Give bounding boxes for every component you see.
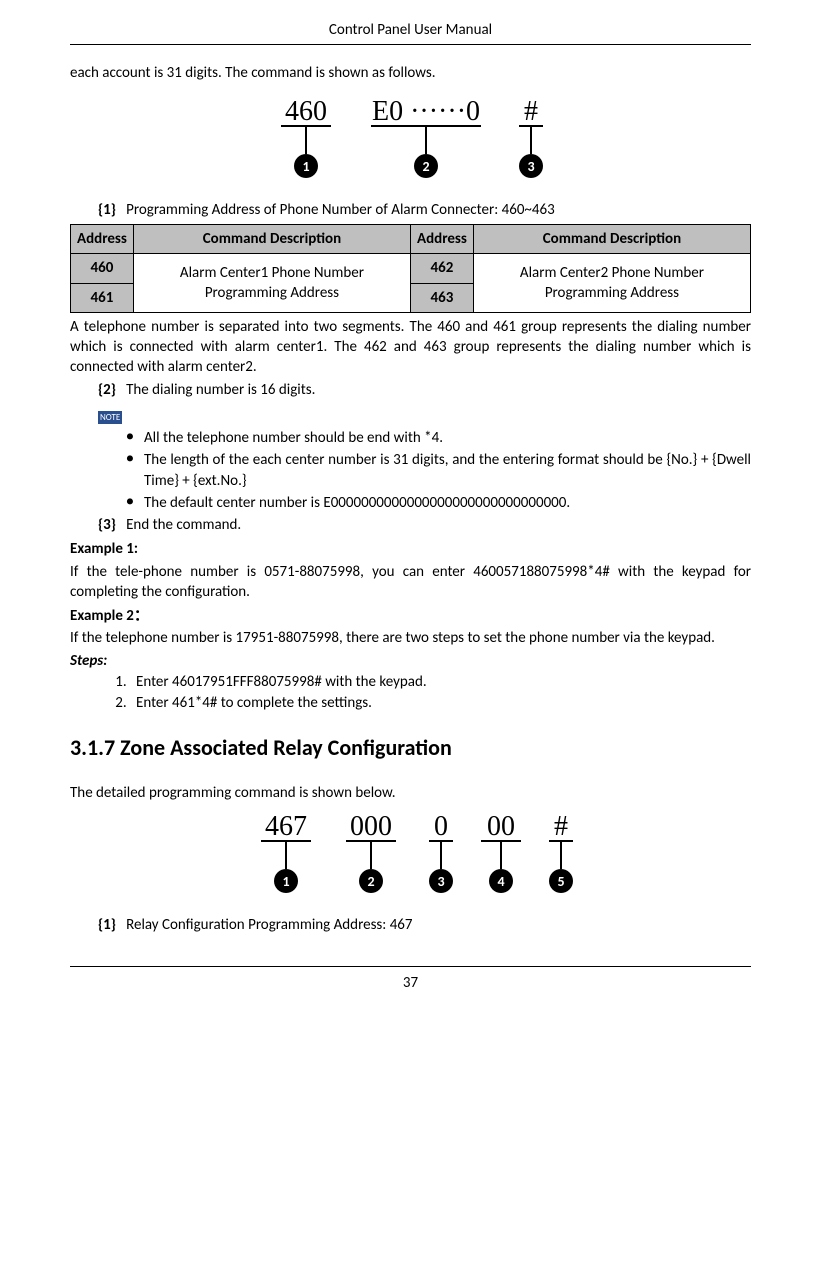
diagram2-num3: 3	[437, 873, 444, 890]
item-3-label: {3}	[98, 516, 116, 534]
item-2-line: {2} The dialing number is 16 digits.	[98, 380, 751, 400]
diagram1-seg1: 460	[285, 96, 327, 127]
command-diagram-2: 467 000 0 00 # 1 2 3 4 5	[70, 809, 751, 905]
cell-461: 461	[71, 283, 134, 312]
item-2-label: {2}	[98, 381, 116, 399]
th-address-1: Address	[71, 225, 134, 254]
cell-460: 460	[71, 254, 134, 283]
detail-intro: The detailed programming command is show…	[70, 783, 751, 803]
diagram1-seg3: #	[524, 96, 538, 127]
item-2-text: The dialing number is 16 digits.	[126, 381, 315, 399]
diagram2-num4: 4	[497, 873, 504, 890]
diagram2-seg3: 0	[434, 811, 448, 842]
example1-body: If the tele-phone number is 0571-8807599…	[70, 562, 751, 603]
diagram2-num5: 5	[557, 873, 564, 890]
diagram2-seg2: 000	[350, 811, 392, 842]
step-2: Enter 461*4# to complete the settings.	[130, 693, 751, 713]
segment-description: A telephone number is separated into two…	[70, 317, 751, 378]
steps-list: Enter 46017951FFF88075998# with the keyp…	[130, 672, 751, 714]
address-table: Address Command Description Address Comm…	[70, 224, 751, 313]
diagram2-num1: 1	[282, 873, 289, 890]
note-icon-label: NOTE	[98, 411, 122, 424]
item-1-line: {1} Programming Address of Phone Number …	[98, 200, 751, 220]
page-header: Control Panel User Manual	[70, 20, 751, 45]
diagram2-seg4: 00	[487, 811, 515, 842]
bullet-b: The length of the each center number is …	[126, 450, 751, 491]
diagram2-seg5: #	[554, 811, 568, 842]
cell-462: 462	[411, 254, 474, 283]
item-1b-label: {1}	[98, 916, 116, 934]
cell-center1-desc: Alarm Center1 Phone Number Programming A…	[133, 254, 410, 313]
intro-text: each account is 31 digits. The command i…	[70, 63, 751, 83]
diagram1-num1: 1	[302, 158, 309, 175]
bullet-c: The default center number is E0000000000…	[126, 493, 751, 513]
note-icon: NOTE	[98, 406, 132, 426]
diagram1-num2: 2	[422, 158, 429, 175]
section-3-1-7: 3.1.7 Zone Associated Relay Configuratio…	[70, 733, 751, 763]
item-1-text: Programming Address of Phone Number of A…	[126, 201, 555, 219]
command-diagram-1: 460 E0 ······0 # 1 2 3	[70, 94, 751, 190]
example2-title: Example 2：	[70, 606, 751, 626]
diagram2-num2: 2	[367, 873, 374, 890]
note-icon-wrap: NOTE	[98, 406, 751, 426]
diagram1-num3: 3	[527, 158, 534, 175]
step-1: Enter 46017951FFF88075998# with the keyp…	[130, 672, 751, 692]
item-1b-line: {1} Relay Configuration Programming Addr…	[98, 915, 751, 935]
item-1-label: {1}	[98, 201, 116, 219]
bullet-a: All the telephone number should be end w…	[126, 428, 751, 448]
th-cmd-1: Command Description	[133, 225, 410, 254]
note-bullets: All the telephone number should be end w…	[126, 428, 751, 513]
example2-body: If the telephone number is 17951-8807599…	[70, 628, 751, 648]
th-cmd-2: Command Description	[473, 225, 750, 254]
steps-title: Steps:	[70, 651, 751, 671]
th-address-2: Address	[411, 225, 474, 254]
cell-center2-desc: Alarm Center2 Phone Number Programming A…	[473, 254, 750, 313]
diagram2-seg1: 467	[265, 811, 307, 842]
item-3-text: End the command.	[126, 516, 241, 534]
cell-463: 463	[411, 283, 474, 312]
example1-title: Example 1:	[70, 539, 751, 559]
page-number: 37	[70, 966, 751, 993]
diagram1-seg2: E0 ······0	[371, 96, 479, 127]
item-3-line: {3} End the command.	[98, 515, 751, 535]
item-1b-text: Relay Configuration Programming Address:…	[126, 916, 412, 934]
